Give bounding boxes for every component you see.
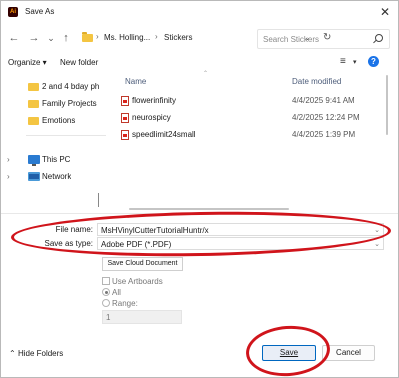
save-as-dialog: Ai Save As ✕ ← → ⌄ ↑ › Ms. Holling... › … <box>0 0 399 378</box>
organize-button[interactable]: Organize ▾ <box>8 58 47 67</box>
save-as-type-select[interactable]: Adobe PDF (*.PDF) ⌄ <box>97 237 384 250</box>
pdf-file-icon <box>121 96 129 106</box>
view-dropdown-icon[interactable]: ▾ <box>353 58 357 66</box>
sidebar-item-family-projects[interactable]: Family Projects <box>1 96 115 112</box>
breadcrumb-item[interactable]: Stickers <box>164 33 192 42</box>
file-name: neurospicy <box>132 113 171 122</box>
file-name-value: MsHVinylCutterTutorialHuntr/x <box>101 226 209 235</box>
file-name: speedlimit24small <box>132 130 196 139</box>
cancel-button[interactable]: Cancel <box>322 345 375 361</box>
save-button-label: Save <box>279 348 299 357</box>
network-icon <box>28 172 40 181</box>
title-bar: Ai Save As ✕ <box>1 1 398 23</box>
hide-folders-button[interactable]: ⌃ Hide Folders <box>9 349 63 358</box>
save-as-type-value: Adobe PDF (*.PDF) <box>101 240 172 249</box>
file-date: 4/4/2025 9:41 AM <box>292 96 355 105</box>
back-arrow-icon[interactable]: ← <box>7 30 21 46</box>
breadcrumb-separator: › <box>96 32 99 41</box>
range-radio[interactable] <box>102 299 110 307</box>
sidebar-item-this-pc[interactable]: › This PC <box>1 152 115 168</box>
new-folder-button[interactable]: New folder <box>60 58 98 67</box>
chevron-right-icon[interactable]: › <box>7 155 10 164</box>
sort-caret-icon: ⌃ <box>203 71 209 77</box>
help-icon[interactable]: ? <box>368 56 379 67</box>
range-value: 1 <box>106 313 111 322</box>
sidebar-item-label: 2 and 4 bday ph <box>42 82 100 91</box>
illustrator-app-icon: Ai <box>8 7 18 17</box>
folder-icon <box>28 100 39 108</box>
sidebar-item-label: Network <box>42 172 72 181</box>
file-name-label: File name: <box>55 225 93 234</box>
file-name: flowerinfinity <box>132 96 177 105</box>
chevron-up-icon: ⌃ <box>9 349 16 358</box>
navigation-bar: ← → ⌄ ↑ › Ms. Holling... › Stickers ⌄ ↻ … <box>1 27 398 51</box>
sidebar-item-label: Family Projects <box>42 99 97 108</box>
column-header-date-modified[interactable]: Date modified <box>292 77 341 86</box>
use-artboards-checkbox[interactable] <box>102 277 110 285</box>
range-label: Range: <box>112 299 138 308</box>
range-input[interactable]: 1 <box>102 310 182 324</box>
address-bar[interactable]: › Ms. Holling... › Stickers ⌄ ↻ <box>82 29 331 49</box>
breadcrumb-item[interactable]: Ms. Holling... <box>104 33 150 42</box>
breadcrumb-separator: › <box>155 32 158 41</box>
hide-folders-label: Hide Folders <box>17 349 64 358</box>
file-row[interactable]: speedlimit24small 4/4/2025 1:39 PM <box>115 127 390 142</box>
file-name-field[interactable]: MsHVinylCutterTutorialHuntr/x ⌄ <box>97 223 384 236</box>
sidebar-item-label: Emotions <box>42 116 76 125</box>
search-placeholder: Search Stickers <box>263 35 320 44</box>
file-row[interactable]: neurospicy 4/2/2025 12:24 PM <box>115 110 390 125</box>
sidebar-item-2-and-4-bday[interactable]: 2 and 4 bday ph <box>1 79 115 95</box>
horizontal-scrollbar[interactable] <box>129 207 377 211</box>
dialog-title: Save As <box>25 7 55 16</box>
save-options-area: File name: MsHVinylCutterTutorialHuntr/x… <box>1 213 398 377</box>
forward-arrow-icon[interactable]: → <box>27 30 41 46</box>
pane-resize-handle[interactable] <box>98 193 99 207</box>
folder-icon <box>28 117 39 125</box>
save-cloud-document-button[interactable]: Save Cloud Document <box>102 257 183 271</box>
folder-icon <box>28 83 39 91</box>
scrollbar-thumb[interactable] <box>129 208 289 210</box>
close-button[interactable]: ✕ <box>378 5 392 19</box>
file-list: Name ⌃ Date modified flowerinfinity 4/4/… <box>115 71 390 209</box>
file-row[interactable]: flowerinfinity 4/4/2025 9:41 AM <box>115 93 390 108</box>
save-button[interactable]: Save <box>262 345 316 361</box>
search-input[interactable]: Search Stickers <box>257 29 390 49</box>
all-radio[interactable] <box>102 288 110 296</box>
file-date: 4/4/2025 1:39 PM <box>292 130 356 139</box>
column-header-name[interactable]: Name <box>125 77 146 86</box>
navigation-pane: 2 and 4 bday ph Family Projects Emotions… <box>1 73 115 209</box>
pdf-file-icon <box>121 113 129 123</box>
chevron-down-icon[interactable]: ⌄ <box>374 240 380 248</box>
vertical-scrollbar[interactable] <box>385 73 390 209</box>
sidebar-divider <box>26 135 106 136</box>
folder-icon <box>82 32 93 42</box>
up-arrow-icon[interactable]: ↑ <box>59 30 73 46</box>
sidebar-item-emotions[interactable]: Emotions <box>1 113 115 129</box>
file-date: 4/2/2025 12:24 PM <box>292 113 360 122</box>
use-artboards-label: Use Artboards <box>112 277 163 286</box>
chevron-right-icon[interactable]: › <box>7 172 10 181</box>
sidebar-item-network[interactable]: › Network <box>1 169 115 185</box>
view-options-icon[interactable]: ≡ <box>340 56 346 67</box>
recent-locations-icon[interactable]: ⌄ <box>44 30 58 46</box>
chevron-down-icon[interactable]: ⌄ <box>374 226 380 234</box>
pdf-file-icon <box>121 130 129 140</box>
all-label: All <box>112 288 121 297</box>
scrollbar-thumb[interactable] <box>386 75 388 135</box>
computer-icon <box>28 155 40 166</box>
command-bar: Organize ▾ New folder ≡ ▾ ? <box>1 53 398 71</box>
search-icon <box>375 34 383 42</box>
save-as-type-label: Save as type: <box>44 239 93 248</box>
sidebar-item-label: This PC <box>42 155 71 164</box>
